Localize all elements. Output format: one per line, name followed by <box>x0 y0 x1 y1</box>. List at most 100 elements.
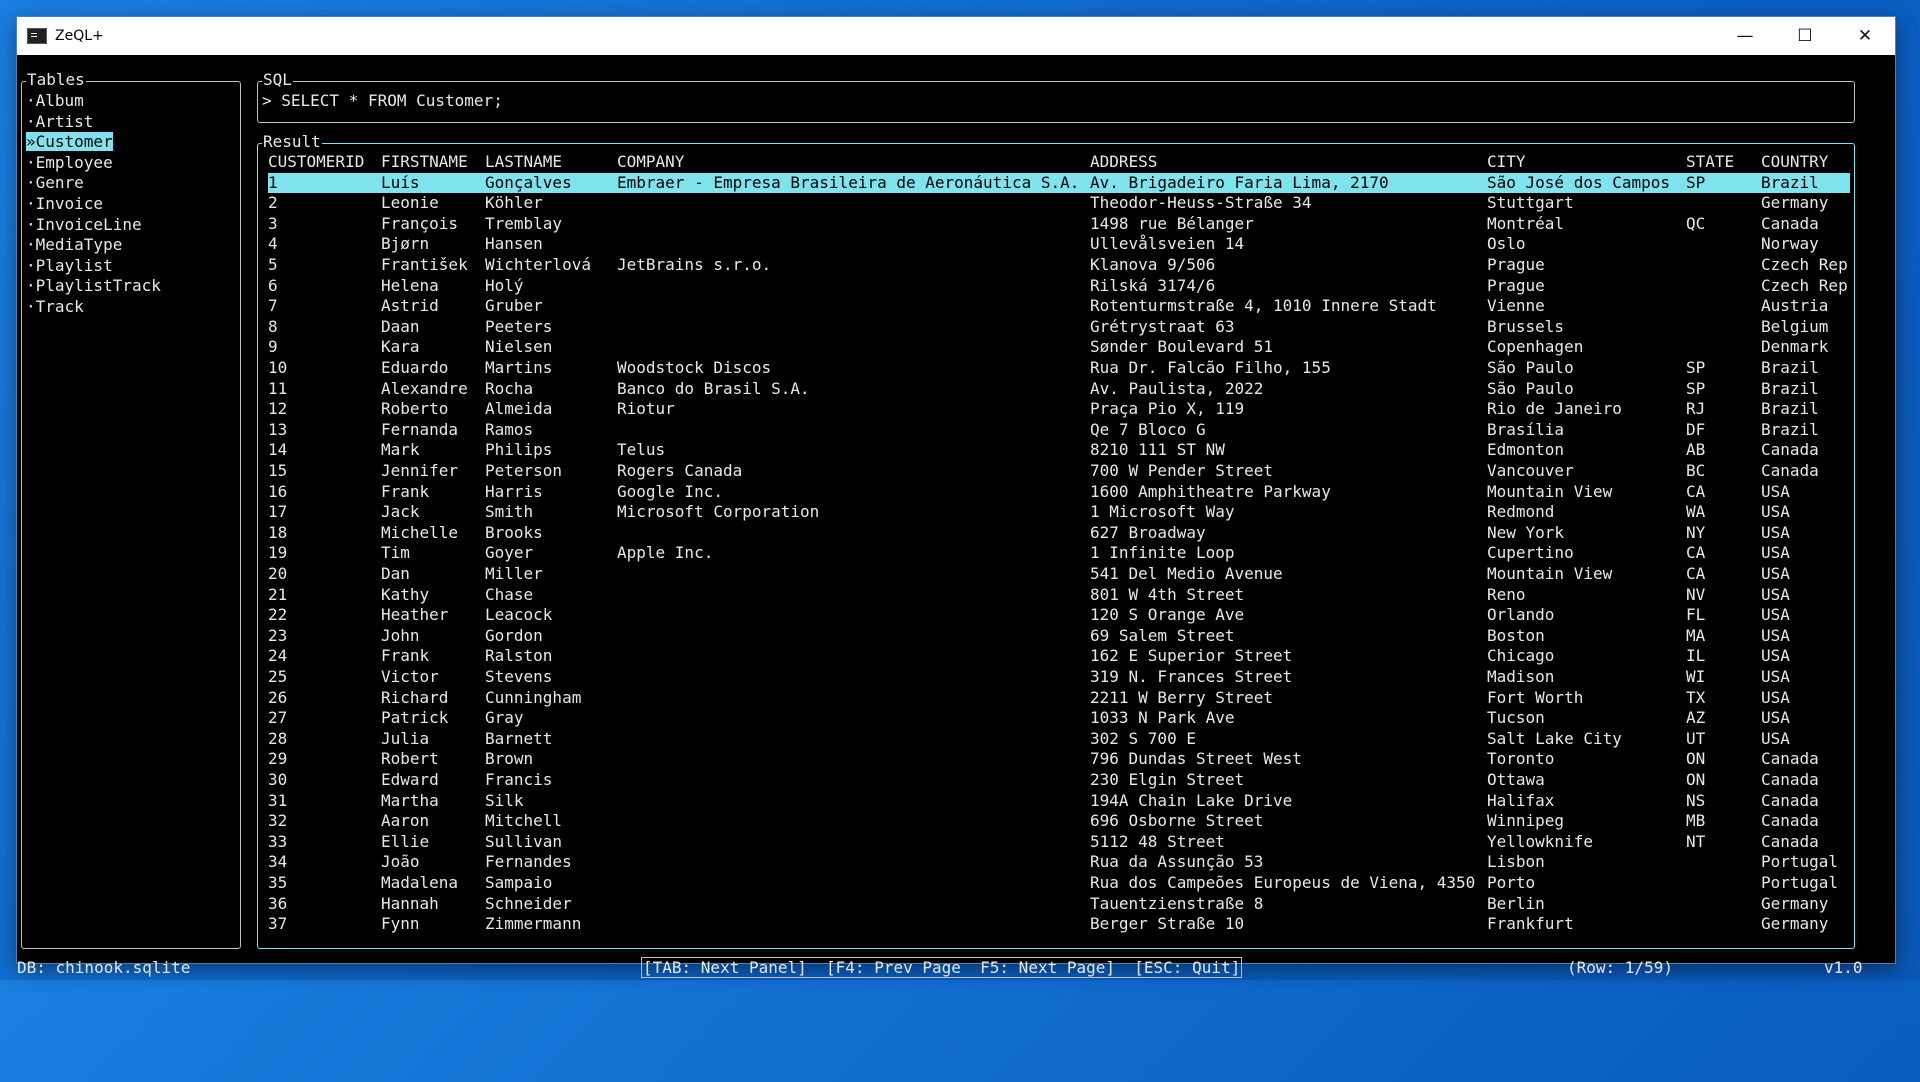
table-cell: USA <box>1761 646 1790 666</box>
maximize-button[interactable]: ☐ <box>1775 17 1835 55</box>
table-cell: 3 <box>268 213 278 233</box>
table-cell: USA <box>1761 625 1790 645</box>
table-cell: AB <box>1686 440 1706 460</box>
table-cell: Portugal <box>1761 852 1839 872</box>
table-item[interactable]: ·Playlist <box>26 256 161 277</box>
table-row[interactable]: 8 Daan Peeters Grétrystraat 63 Brussels Belgi… <box>268 317 1850 338</box>
table-row[interactable]: 24 Frank Ralston 162 E Superior Street Chica… <box>268 646 1850 667</box>
table-cell: 15 <box>268 461 288 480</box>
table-cell: 37 <box>268 914 288 934</box>
table-row[interactable]: 30 Edward Francis 230 Elgin Street Ottawa ON C… <box>268 770 1850 791</box>
table-item[interactable]: ·Artist <box>26 112 161 133</box>
table-item[interactable]: ·Invoice <box>26 194 161 215</box>
table-row[interactable]: 2 Leonie Köhler Theodor-Heuss-Straße 34 Stut… <box>268 193 1850 214</box>
table-cell: Frank <box>381 646 430 666</box>
table-row[interactable]: 25 Victor Stevens 319 N. Frances Street Madi… <box>268 667 1850 688</box>
table-cell: 33 <box>268 831 288 851</box>
table-cell: Peterson <box>485 461 563 480</box>
table-cell: 22 <box>268 605 288 625</box>
table-row[interactable]: 7 Astrid Gruber Rotenturmstraße 4, 1010 Inn… <box>268 296 1850 317</box>
table-row[interactable]: 4 Bjørn Hansen Ullevålsveien 14 Oslo Norway <box>268 234 1850 255</box>
table-cell: Germany <box>1761 193 1829 213</box>
table-cell: John <box>381 625 420 645</box>
table-row[interactable]: 37 Fynn Zimmermann Berger Straße 10 Frankfur… <box>268 914 1850 935</box>
table-cell: Silk <box>485 790 524 810</box>
table-row[interactable]: 33 Ellie Sullivan 5112 48 Street Yellowknife… <box>268 832 1850 853</box>
window-title: ZeQL+ <box>55 28 104 44</box>
db-name: DB: chinook.sqlite <box>17 958 191 977</box>
table-row[interactable]: 12 Roberto Almeida Riotur Praça Pio X, 119 Ri… <box>268 399 1850 420</box>
table-item-label: ·Employee <box>26 152 113 172</box>
table-cell: WA <box>1686 502 1706 522</box>
table-item[interactable]: ·Genre <box>26 173 161 194</box>
close-button[interactable]: ✕ <box>1835 17 1895 55</box>
table-cell: Germany <box>1761 893 1829 913</box>
tables-panel[interactable]: Tables ·Album ·Artist »Customer ·Employee ·G… <box>21 70 241 949</box>
table-row[interactable]: 27 Patrick Gray 1033 N Park Ave Tucson AZ USA <box>268 708 1850 729</box>
table-cell: Rio de Janeiro <box>1487 399 1622 419</box>
table-item[interactable]: ·Track <box>26 297 161 318</box>
table-item[interactable]: ·PlaylistTrack <box>26 276 161 297</box>
table-cell: Canada <box>1761 831 1819 851</box>
table-row[interactable]: 31 Martha Silk 194A Chain Lake Drive Halifax… <box>268 791 1850 812</box>
table-row[interactable]: 9 Kara Nielsen Sønder Boulevard 51 Copenhage… <box>268 337 1850 358</box>
table-row[interactable]: 21 Kathy Chase 801 W 4th Street Reno NV USA <box>268 585 1850 606</box>
tables-panel-title: Tables <box>26 70 86 90</box>
table-row[interactable]: 35 Madalena Sampaio Rua dos Campeões Europe… <box>268 873 1850 894</box>
sql-panel[interactable]: SQL > SELECT * FROM Customer; <box>257 70 1855 123</box>
table-cell: NY <box>1686 522 1706 542</box>
table-row[interactable]: 14 Mark Philips Telus 8210 111 ST NW Edmonton… <box>268 440 1850 461</box>
table-row[interactable]: 3 François Tremblay 1498 rue Bélanger Montré… <box>268 214 1850 235</box>
table-item[interactable]: ·InvoiceLine <box>26 215 161 236</box>
table-cell: Jack <box>381 502 420 522</box>
table-row[interactable]: 15 Jennifer Peterson Rogers Canada 700 W Pen… <box>268 461 1850 482</box>
table-cell: Montréal <box>1487 213 1565 233</box>
table-cell: Rua da Assunção 53 <box>1090 852 1264 872</box>
table-item[interactable]: ·MediaType <box>26 235 161 256</box>
table-cell: SP <box>1686 378 1706 398</box>
table-cell: Patrick <box>381 708 449 728</box>
table-row[interactable]: 29 Robert Brown 796 Dundas Street West Toron… <box>268 749 1850 770</box>
table-row[interactable]: 34 João Fernandes Rua da Assunção 53 Lisbon P… <box>268 852 1850 873</box>
result-panel[interactable]: Result CUSTOMERID FIRSTNAME LASTNAME COMPAN… <box>257 132 1855 949</box>
table-row[interactable]: 28 Julia Barnett 302 S 700 E Salt Lake City U… <box>268 729 1850 750</box>
table-cell: USA <box>1761 687 1790 707</box>
table-row[interactable]: 18 Michelle Brooks 627 Broadway New York NY US… <box>268 523 1850 544</box>
table-cell: 8 <box>268 316 278 336</box>
table-cell: Kara <box>381 337 420 357</box>
table-row[interactable]: 1 Luís Gonçalves Embraer - Empresa Brasilei… <box>268 172 1850 194</box>
table-row[interactable]: 36 Hannah Schneider Tauentzienstraße 8 Berli… <box>268 894 1850 915</box>
table-row[interactable]: 23 John Gordon 69 Salem Street Boston MA USA <box>268 626 1850 647</box>
table-item[interactable]: ·Employee <box>26 153 161 174</box>
table-cell: Fernanda <box>381 419 459 439</box>
table-row[interactable]: 5 František Wichterlová JetBrains s.r.o. Kla… <box>268 255 1850 276</box>
table-item[interactable]: ·Album <box>26 91 161 112</box>
table-row[interactable]: 19 Tim Goyer Apple Inc. 1 Infinite Loop Cuper… <box>268 543 1850 564</box>
title-bar[interactable]: ZeQL+ — ☐ ✕ <box>17 17 1895 55</box>
table-cell: New York <box>1487 522 1565 542</box>
table-item[interactable]: »Customer <box>26 132 161 153</box>
table-row[interactable]: 17 Jack Smith Microsoft Corporation 1 Micros… <box>268 502 1850 523</box>
table-cell: Austria <box>1761 296 1829 316</box>
sql-query-input[interactable]: > SELECT * FROM Customer; <box>262 91 503 112</box>
table-cell: NS <box>1686 790 1706 810</box>
table-cell: Barnett <box>485 728 553 748</box>
table-cell: Woodstock Discos <box>617 358 772 377</box>
table-cell: Gruber <box>485 296 543 316</box>
table-row[interactable]: 13 Fernanda Ramos Qe 7 Bloco G Brasília DF Bra… <box>268 420 1850 441</box>
table-row[interactable]: 16 Frank Harris Google Inc. 1600 Amphitheatr… <box>268 482 1850 503</box>
table-cell: 24 <box>268 646 288 666</box>
table-row[interactable]: 26 Richard Cunningham 2211 W Berry Street Fo… <box>268 688 1850 709</box>
table-cell: USA <box>1761 502 1790 522</box>
table-cell: 541 Del Medio Avenue <box>1090 564 1283 583</box>
table-row[interactable]: 22 Heather Leacock 120 S Orange Ave Orlando F… <box>268 605 1850 626</box>
minimize-button[interactable]: — <box>1715 17 1775 55</box>
table-row[interactable]: 10 Eduardo Martins Woodstock Discos Rua Dr. … <box>268 358 1850 379</box>
table-row[interactable]: 11 Alexandre Rocha Banco do Brasil S.A. Av. … <box>268 379 1850 400</box>
table-cell: Nielsen <box>485 337 553 357</box>
table-row[interactable]: 20 Dan Miller 541 Del Medio Avenue Mountain … <box>268 564 1850 585</box>
table-cell: Rua Dr. Falcão Filho, 155 <box>1090 358 1331 377</box>
table-cell: 21 <box>268 584 288 604</box>
table-row[interactable]: 32 Aaron Mitchell 696 Osborne Street Winnipe… <box>268 811 1850 832</box>
table-row[interactable]: 6 Helena Holý Rilská 3174/6 Prague Czech Rep <box>268 276 1850 297</box>
